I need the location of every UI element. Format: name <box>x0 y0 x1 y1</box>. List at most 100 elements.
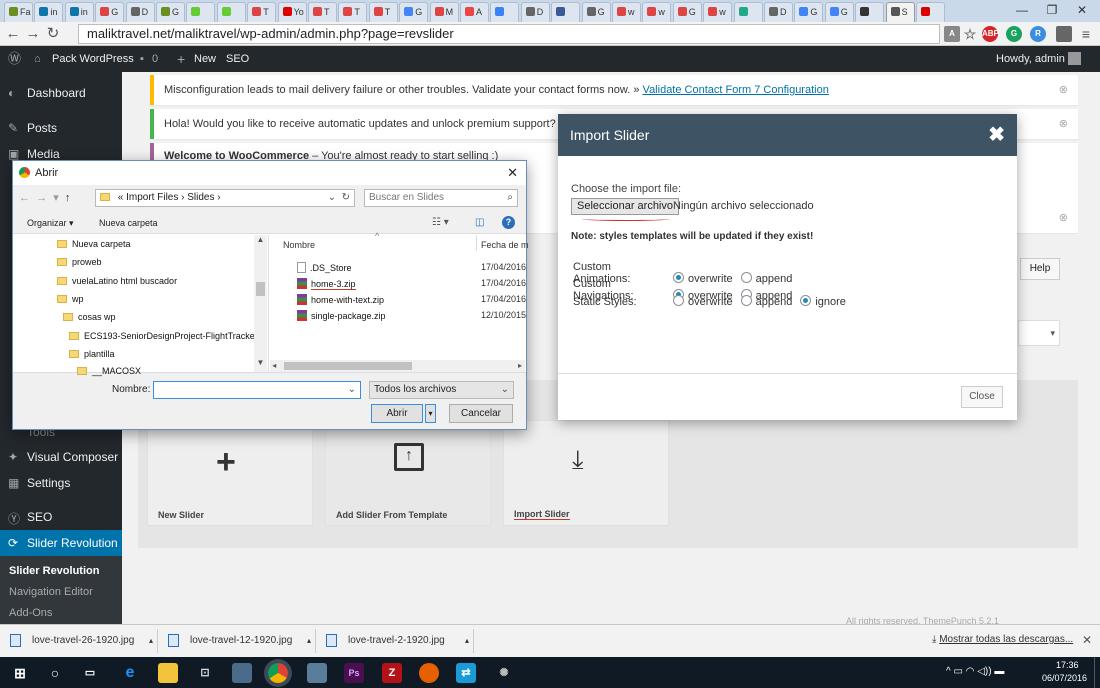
menu-settings[interactable]: ▦ Settings <box>0 476 122 490</box>
browser-tab[interactable]: G <box>95 2 125 22</box>
tree-item[interactable]: cosas wp <box>63 312 116 322</box>
dropdown-icon[interactable]: ▾ <box>53 192 59 204</box>
view-options-icon[interactable]: ☷ ▾ <box>432 217 449 228</box>
app-icon[interactable] <box>232 663 252 683</box>
tree-item[interactable]: vuelaLatino html buscador <box>57 276 177 286</box>
open-button[interactable]: Abrir <box>371 404 423 423</box>
windows-start-icon[interactable]: ⊞ <box>10 663 30 683</box>
download-item[interactable]: love-travel-12-1920.jpg ▴ <box>162 629 316 653</box>
scrollbar-thumb[interactable] <box>256 282 265 296</box>
tree-item[interactable]: proweb <box>57 257 102 267</box>
preview-pane-icon[interactable]: ◫ <box>475 217 484 228</box>
column-name-header[interactable]: Nombre <box>283 240 315 250</box>
refresh-icon[interactable]: ↻ <box>342 190 350 206</box>
file-row[interactable]: home-3.zip <box>297 278 356 290</box>
import-slider-card[interactable]: ⤓ Import Slider <box>503 420 669 526</box>
avatar[interactable] <box>1068 52 1081 65</box>
seo-link[interactable]: SEO <box>226 46 249 72</box>
browser-tab[interactable]: Yo <box>277 2 307 22</box>
translate-icon[interactable]: A <box>944 26 960 42</box>
forward-icon[interactable]: → <box>36 192 47 204</box>
search-input[interactable]: Buscar en Slides ⌕ <box>364 189 518 207</box>
tree-item[interactable]: ECS193-SeniorDesignProject-FlightTracker <box>69 331 258 341</box>
close-icon[interactable]: ✕ <box>507 161 518 185</box>
minimize-icon[interactable]: — <box>1007 0 1037 20</box>
menu-dashboard[interactable]: ◐ Dashboard <box>0 86 122 100</box>
system-tray-icons[interactable]: ^ ▭ ◠ ◁)) ▬ <box>946 666 1004 677</box>
browser-tab[interactable]: G <box>672 2 702 22</box>
breadcrumb[interactable]: « Import Files › Slides › ⌄ ↻ <box>95 189 355 207</box>
app-icon[interactable] <box>307 663 327 683</box>
tree-item[interactable]: plantilla <box>69 349 115 359</box>
bookmark-star-icon[interactable]: ☆ <box>962 26 978 42</box>
photoshop-icon[interactable]: Ps <box>344 663 364 683</box>
browser-tab[interactable]: S <box>885 2 915 22</box>
menu-seo[interactable]: Ⓨ SEO <box>0 510 122 526</box>
tree-scrollbar[interactable]: ▲ ▼ <box>254 235 267 372</box>
chrome-icon[interactable] <box>268 663 288 683</box>
reload-icon[interactable]: ↻ <box>44 24 62 44</box>
filename-input[interactable]: ⌄ <box>153 381 361 399</box>
browser-tab[interactable]: in <box>34 2 64 22</box>
dismiss-icon[interactable]: ⊗ <box>1059 109 1068 139</box>
back-icon[interactable]: ← <box>19 192 30 204</box>
dropdown-icon[interactable]: ▾ <box>1018 320 1060 346</box>
tree-item[interactable]: __MACOSX <box>77 366 141 376</box>
browser-tab[interactable] <box>855 2 885 22</box>
static-append-radio[interactable] <box>740 295 752 306</box>
maximize-icon[interactable]: ❐ <box>1037 0 1067 20</box>
close-icon[interactable]: ✖ <box>988 114 1005 156</box>
new-slider-card[interactable]: + New Slider <box>147 420 313 526</box>
extension-icon[interactable]: R <box>1030 26 1046 42</box>
browser-tab[interactable]: G <box>156 2 185 22</box>
browser-tab[interactable]: G <box>794 2 824 22</box>
file-row[interactable]: .DS_Store <box>297 262 352 273</box>
browser-tab[interactable] <box>916 2 945 22</box>
browser-tab[interactable]: T <box>308 2 337 22</box>
tree-item[interactable]: wp <box>57 294 84 304</box>
browser-tab[interactable] <box>186 2 216 22</box>
teamviewer-icon[interactable]: ⇄ <box>456 663 476 683</box>
browser-tab[interactable]: G <box>581 2 611 22</box>
organize-menu[interactable]: Organizar ▾ <box>27 218 74 229</box>
wordpress-logo-icon[interactable]: Ⓦ <box>8 46 21 72</box>
chevron-down-icon[interactable]: ▴ <box>149 629 153 653</box>
chevron-down-icon[interactable]: ▴ <box>307 629 311 653</box>
browser-tab[interactable]: D <box>125 2 155 22</box>
file-row[interactable]: home-with-text.zip <box>297 294 384 305</box>
browser-tab[interactable]: A <box>460 2 489 22</box>
show-desktop-button[interactable] <box>1094 657 1100 688</box>
download-item[interactable]: love-travel-26-1920.jpg ▴ <box>4 629 158 653</box>
scrollbar-thumb[interactable] <box>284 362 412 370</box>
chevron-down-icon[interactable]: ⌄ <box>348 382 356 398</box>
site-name-link[interactable]: Pack WordPress <box>52 46 134 72</box>
tree-item[interactable]: Nueva carpeta <box>57 239 131 249</box>
chevron-down-icon[interactable]: ⌄ <box>328 190 336 206</box>
browser-tab[interactable]: D <box>520 2 550 22</box>
store-icon[interactable]: ⊡ <box>195 663 215 683</box>
files-hscrollbar[interactable]: ◂ ▸ <box>270 360 525 372</box>
menu-media[interactable]: ▣ Media <box>0 147 122 161</box>
browser-tab[interactable]: T <box>338 2 368 22</box>
dismiss-icon[interactable]: ⊗ <box>1059 203 1068 233</box>
menu-posts[interactable]: ✎ Posts <box>0 121 122 135</box>
new-plus-icon[interactable]: + <box>177 46 185 72</box>
validate-link[interactable]: Validate Contact Form 7 Configuration <box>643 84 829 96</box>
browser-tab[interactable] <box>551 2 581 22</box>
submenu-slider-revolution[interactable]: Slider Revolution <box>9 565 99 577</box>
browser-tab[interactable]: T <box>247 2 277 22</box>
browser-tab[interactable]: Fa <box>4 2 33 22</box>
filezilla-icon[interactable]: Z <box>382 663 402 683</box>
submenu-add-ons[interactable]: Add-Ons <box>9 607 52 619</box>
browser-tab[interactable] <box>733 2 763 22</box>
url-input[interactable]: maliktravel.net/maliktravel/wp-admin/adm… <box>78 24 940 44</box>
column-date-header[interactable]: Fecha de m <box>481 240 529 250</box>
browser-tab[interactable]: w <box>703 2 733 22</box>
comments-count[interactable]: 0 <box>152 46 158 72</box>
file-explorer-icon[interactable] <box>158 663 178 683</box>
static-overwrite-radio[interactable] <box>673 295 684 306</box>
choose-file-button[interactable]: Seleccionar archivo <box>571 198 679 215</box>
browser-tab[interactable]: T <box>368 2 398 22</box>
close-button[interactable]: Close <box>961 386 1003 408</box>
howdy-link[interactable]: Howdy, admin <box>996 46 1065 72</box>
